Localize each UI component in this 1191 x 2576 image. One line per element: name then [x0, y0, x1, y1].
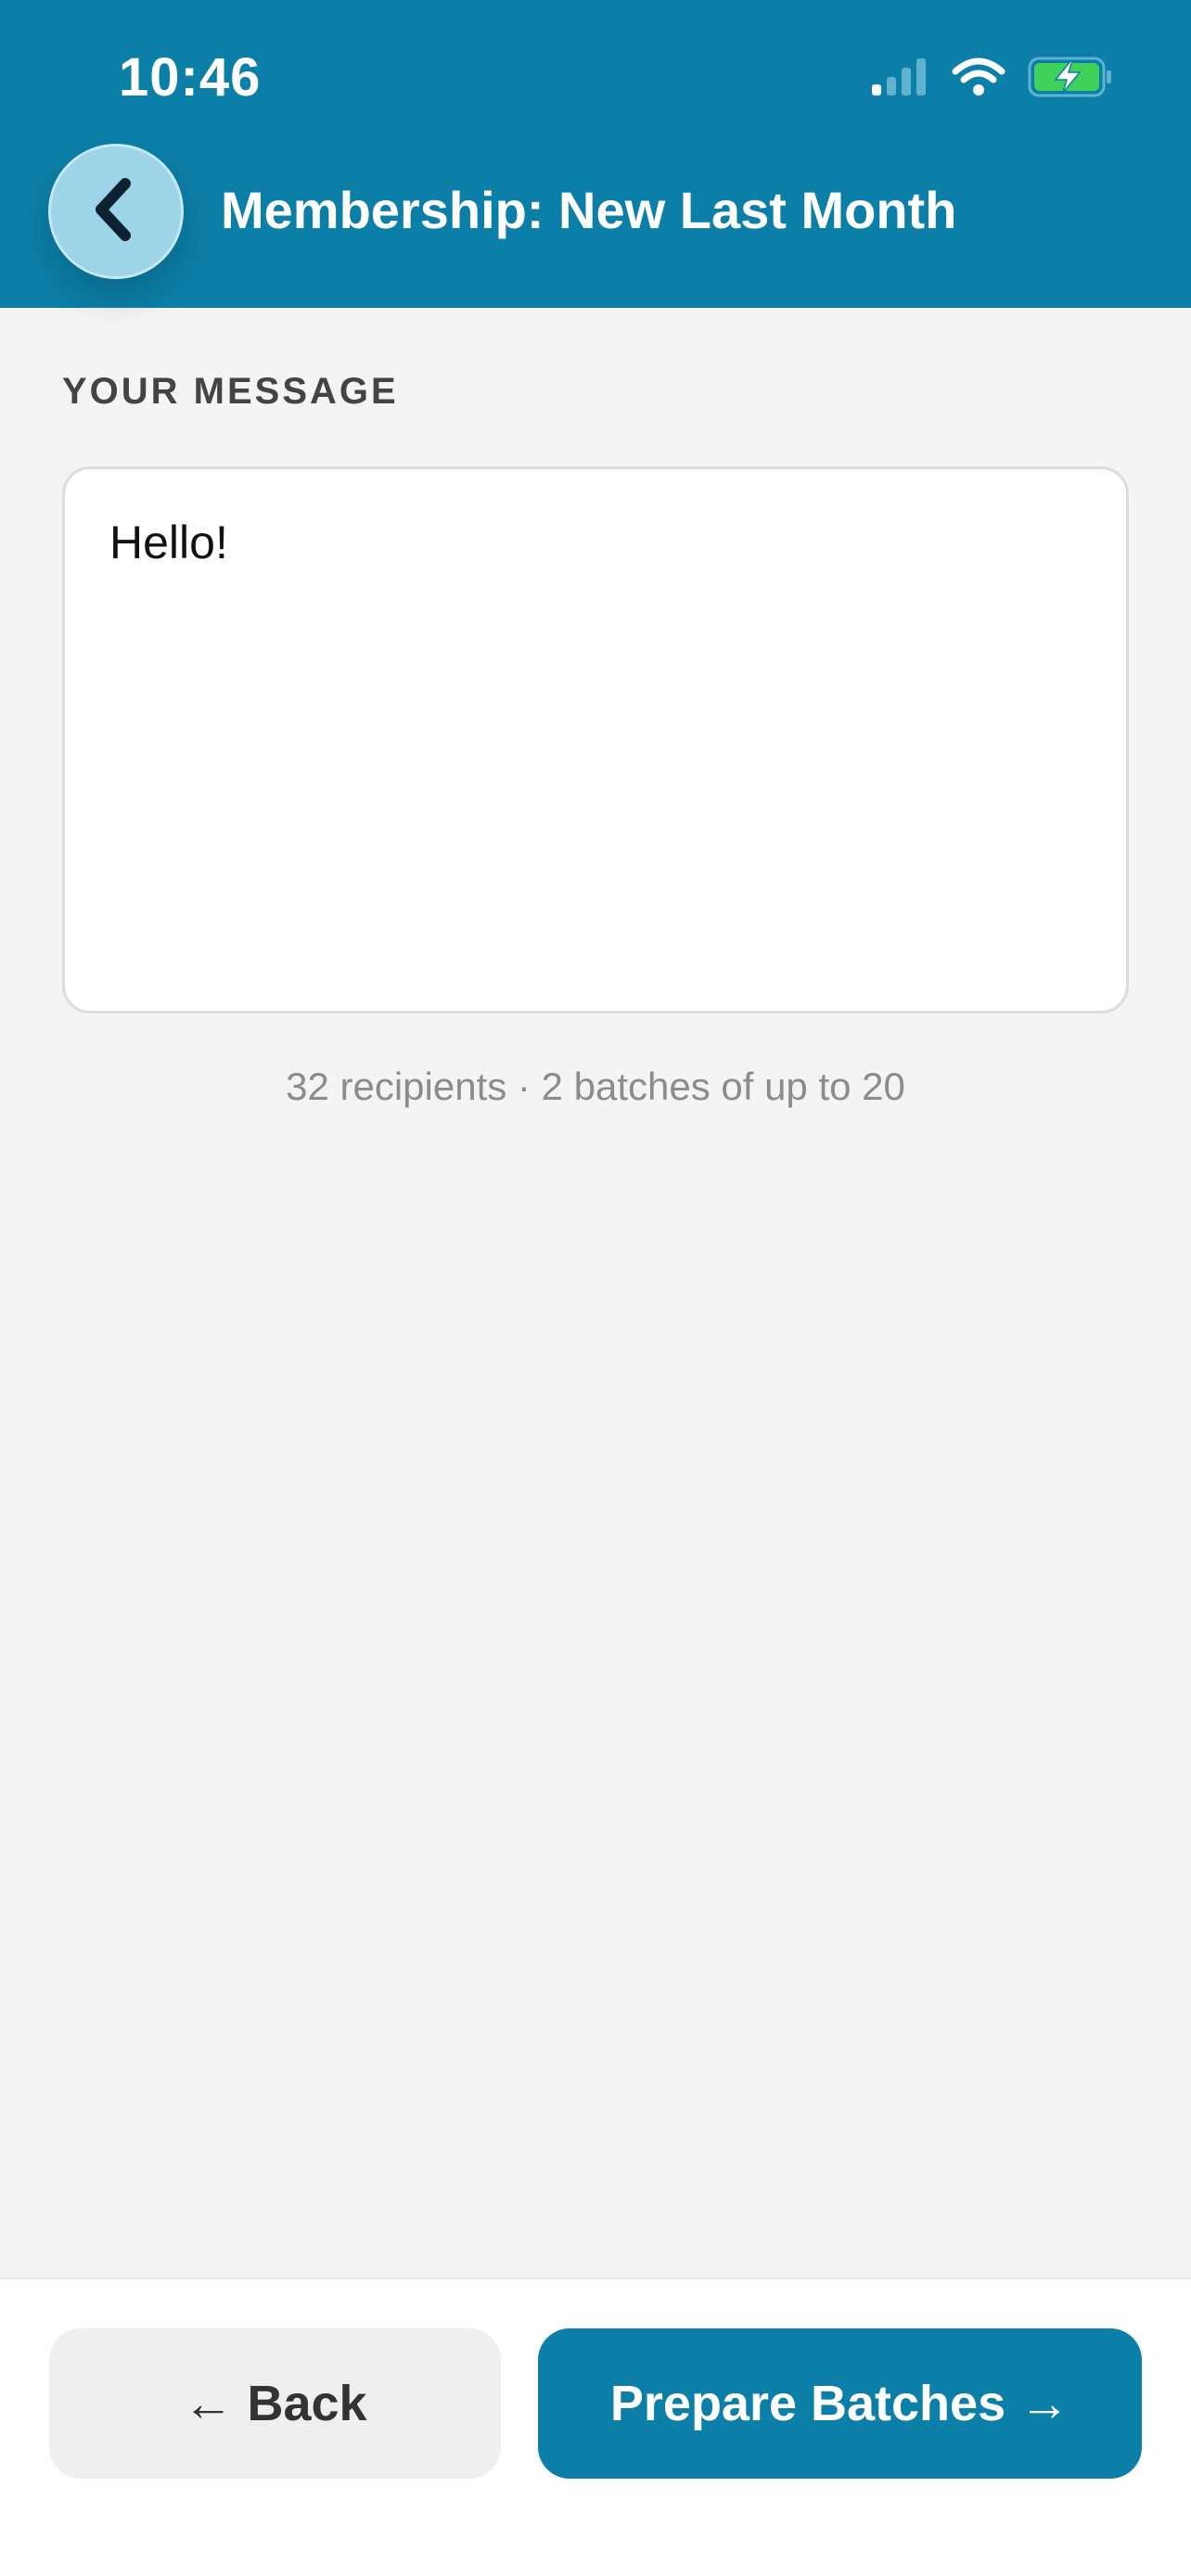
chevron-left-icon — [88, 176, 144, 248]
prepare-batches-button[interactable]: Prepare Batches → — [538, 2328, 1142, 2479]
back-button[interactable]: ← Back — [49, 2328, 501, 2479]
footer-bar: ← Back Prepare Batches → — [0, 2277, 1191, 2576]
app-header: 10:46 Membership: New Last Month — [0, 0, 1191, 308]
status-icons — [870, 56, 1113, 102]
status-time: 10:46 — [119, 47, 262, 108]
page-title: Membership: New Last Month — [221, 181, 957, 239]
cellular-signal-icon — [870, 57, 929, 102]
wifi-icon — [952, 57, 1005, 102]
battery-charging-icon — [1028, 56, 1113, 103]
header-back-button[interactable] — [48, 144, 184, 279]
message-section-label: YOUR MESSAGE — [62, 371, 399, 412]
message-input[interactable]: Hello! — [62, 466, 1129, 1014]
recipients-info: 32 recipients · 2 batches of up to 20 — [286, 1065, 905, 1108]
screen: 10:46 Membership: New Last Month YOUR ME… — [0, 0, 1191, 2576]
